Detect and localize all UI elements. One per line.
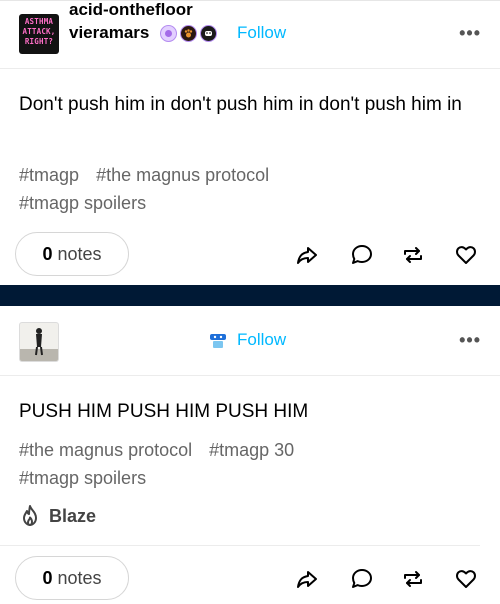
notes-button[interactable]: 0 notes [15, 232, 129, 276]
flame-icon [23, 505, 37, 526]
tag-link[interactable]: #the magnus protocol [19, 440, 192, 460]
robot-badge-icon [207, 332, 229, 350]
badge-group [160, 25, 217, 42]
mask-badge-icon [200, 25, 217, 42]
avatar-text: ASTHMA ATTACK, RIGHT? [22, 17, 56, 46]
divider [0, 545, 480, 546]
avatar-figure-icon [20, 328, 58, 361]
tag-list: #the magnus protocol #tmagp 30 #tmagp sp… [19, 436, 479, 492]
post-body: PUSH HIM PUSH HIM PUSH HIM [19, 401, 309, 422]
tag-link[interactable]: #the magnus protocol [96, 165, 269, 185]
badge-group [207, 332, 229, 350]
reply-icon[interactable] [349, 242, 375, 268]
tag-link[interactable]: #tmagp spoilers [19, 193, 146, 213]
reply-icon[interactable] [349, 566, 375, 592]
post-card: ASTHMA ATTACK, RIGHT? vieramars Follow •… [0, 0, 500, 285]
follow-button[interactable]: Follow [237, 330, 286, 350]
tag-link[interactable]: #tmagp [19, 165, 79, 185]
share-icon[interactable] [294, 242, 320, 268]
heart-icon[interactable] [453, 242, 479, 268]
notes-count: 0 [42, 567, 53, 588]
tag-link[interactable]: #tmagp spoilers [19, 468, 146, 488]
blaze-button[interactable]: Blaze [19, 504, 96, 528]
tag-list: #tmagp #the magnus protocol #tmagp spoil… [19, 161, 479, 217]
paw-badge-icon [180, 25, 197, 42]
avatar[interactable]: ASTHMA ATTACK, RIGHT? [19, 14, 59, 54]
username[interactable]: vieramars [69, 23, 149, 43]
post-body: Don't push him in don't push him in don'… [19, 94, 462, 115]
share-icon[interactable] [294, 566, 320, 592]
follow-button[interactable]: Follow [237, 23, 286, 43]
more-options-icon[interactable]: ••• [459, 23, 481, 44]
notes-button[interactable]: 0 notes [15, 556, 129, 600]
post-separator [0, 285, 500, 306]
purple-badge-icon [160, 25, 177, 42]
heart-icon[interactable] [453, 566, 479, 592]
notes-label: notes [57, 243, 102, 264]
notes-label: notes [57, 567, 102, 588]
avatar[interactable] [19, 322, 59, 362]
username[interactable]: acid-onthefloor [69, 0, 193, 20]
blaze-label: Blaze [49, 505, 97, 526]
notes-count: 0 [42, 243, 53, 264]
reblog-icon[interactable] [400, 566, 426, 592]
more-options-icon[interactable]: ••• [459, 330, 481, 351]
tag-link[interactable]: #tmagp 30 [209, 440, 294, 460]
reblog-icon[interactable] [400, 242, 426, 268]
